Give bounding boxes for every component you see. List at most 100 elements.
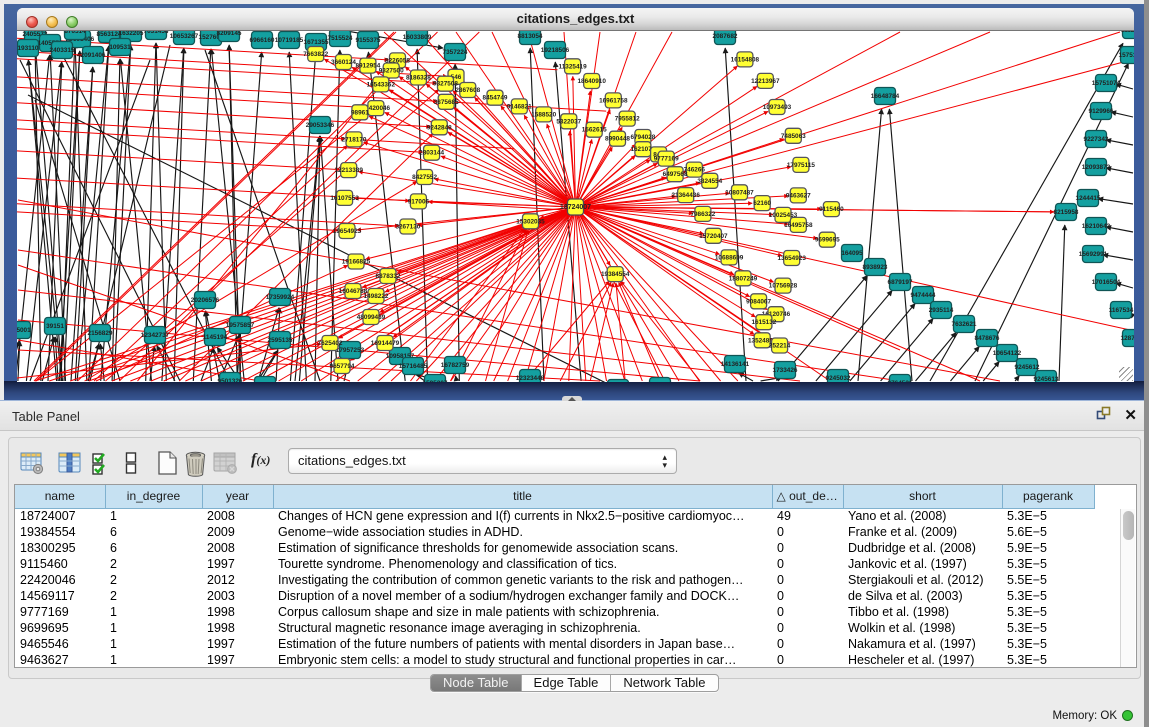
svg-text:1167534: 1167534 <box>1109 307 1134 314</box>
svg-text:16107553: 16107553 <box>330 195 359 202</box>
svg-text:876514: 876514 <box>64 31 86 35</box>
svg-text:9777169: 9777169 <box>654 156 679 163</box>
svg-text:9227342: 9227342 <box>1084 136 1109 143</box>
svg-text:12213967: 12213967 <box>751 78 780 85</box>
svg-text:9084067: 9084067 <box>746 298 771 305</box>
svg-text:10807487: 10807487 <box>725 189 754 196</box>
svg-text:10973493: 10973493 <box>763 104 792 111</box>
svg-text:1615132: 1615132 <box>751 319 776 326</box>
svg-text:16210643: 16210643 <box>1082 223 1111 230</box>
svg-text:16154808: 16154808 <box>731 56 760 63</box>
svg-text:7955812: 7955812 <box>615 116 640 123</box>
svg-text:14136141: 14136141 <box>721 361 750 368</box>
svg-text:12323448: 12323448 <box>516 375 545 382</box>
svg-text:16648784: 16648784 <box>871 93 900 100</box>
svg-text:6794028: 6794028 <box>630 134 655 141</box>
svg-text:15720407: 15720407 <box>699 233 728 240</box>
svg-text:15716485: 15716485 <box>399 363 428 370</box>
svg-text:29053346: 29053346 <box>306 122 335 129</box>
svg-text:13654923: 13654923 <box>777 255 806 262</box>
svg-text:2403315: 2403315 <box>50 47 75 54</box>
svg-text:19575857: 19575857 <box>226 322 255 329</box>
svg-text:19218506: 19218506 <box>541 47 570 54</box>
svg-text:8878332: 8878332 <box>376 273 401 280</box>
svg-text:1671355: 1671355 <box>304 39 329 46</box>
svg-text:7986322: 7986322 <box>690 211 715 218</box>
svg-text:2595135: 2595135 <box>268 337 293 344</box>
svg-text:11325419: 11325419 <box>559 63 588 70</box>
svg-text:9245032: 9245032 <box>826 375 851 382</box>
svg-text:9245613: 9245613 <box>1034 376 1059 382</box>
svg-text:2087682: 2087682 <box>713 33 738 40</box>
svg-text:7031458: 7031458 <box>144 31 169 35</box>
svg-text:16782759: 16782759 <box>441 362 470 369</box>
svg-text:10654122: 10654122 <box>993 350 1022 357</box>
svg-text:7663822: 7663822 <box>303 51 328 58</box>
svg-text:1287533: 1287533 <box>1121 335 1134 342</box>
svg-text:8764521: 8764521 <box>888 380 913 382</box>
svg-text:6966160: 6966160 <box>250 37 275 44</box>
svg-text:3267130: 3267130 <box>395 224 420 231</box>
svg-text:1244415: 1244415 <box>1076 195 1101 202</box>
svg-text:17359924: 17359924 <box>266 294 295 301</box>
svg-text:19166825: 19166825 <box>342 259 371 266</box>
svg-text:8912954: 8912954 <box>355 63 380 70</box>
svg-text:2156829: 2156829 <box>88 330 113 337</box>
svg-text:2091406: 2091406 <box>81 52 106 59</box>
svg-text:21364436: 21364436 <box>671 192 700 199</box>
svg-text:6879197: 6879197 <box>888 279 913 286</box>
svg-text:8427552: 8427552 <box>412 174 437 181</box>
svg-text:1145194: 1145194 <box>203 334 228 341</box>
svg-text:8478676: 8478676 <box>975 335 1000 342</box>
svg-text:7515524: 7515524 <box>328 35 353 42</box>
svg-text:12342737: 12342737 <box>141 332 170 339</box>
svg-text:12213389: 12213389 <box>334 167 363 174</box>
svg-text:2803144: 2803144 <box>419 150 444 157</box>
svg-text:7632621: 7632621 <box>952 321 977 328</box>
svg-text:10756928: 10756928 <box>769 283 798 290</box>
svg-text:9501326: 9501326 <box>218 378 243 382</box>
svg-text:9115460: 9115460 <box>819 206 844 213</box>
svg-text:16033809: 16033809 <box>403 34 432 41</box>
svg-text:8454749: 8454749 <box>483 95 508 102</box>
svg-text:1112843: 1112843 <box>1121 31 1134 34</box>
svg-text:18640910: 18640910 <box>577 78 606 85</box>
svg-text:7357224: 7357224 <box>443 49 468 56</box>
svg-text:3660124: 3660124 <box>331 59 356 66</box>
svg-text:9242848: 9242848 <box>427 124 452 131</box>
svg-text:16961758: 16961758 <box>599 97 628 104</box>
svg-text:3824554: 3824554 <box>697 178 722 185</box>
svg-text:3875685: 3875685 <box>434 99 459 106</box>
svg-text:1632205: 1632205 <box>119 31 144 37</box>
svg-text:9699695: 9699695 <box>815 237 840 244</box>
svg-text:8938923: 8938923 <box>863 264 888 271</box>
svg-text:15302035: 15302035 <box>516 218 545 225</box>
svg-text:7485063: 7485063 <box>781 133 806 140</box>
svg-text:1733426: 1733426 <box>773 367 798 374</box>
svg-text:8990448: 8990448 <box>605 136 630 143</box>
svg-text:2867608: 2867608 <box>455 87 480 94</box>
svg-text:8186328: 8186328 <box>406 75 431 82</box>
svg-text:252214: 252214 <box>769 343 791 350</box>
svg-text:8215958: 8215958 <box>1054 209 1079 216</box>
svg-text:5322037: 5322037 <box>556 118 581 125</box>
svg-text:1595207: 1595207 <box>423 380 448 382</box>
svg-text:10653267: 10653267 <box>170 33 199 40</box>
svg-text:1562615: 1562615 <box>582 127 607 134</box>
svg-text:18807249: 18807249 <box>729 275 758 282</box>
svg-text:9474444: 9474444 <box>911 292 936 299</box>
svg-text:17957253: 17957253 <box>336 347 365 354</box>
svg-text:7625402: 7625402 <box>318 340 343 347</box>
svg-text:1588520: 1588520 <box>531 111 556 118</box>
svg-text:16495758: 16495758 <box>784 222 813 229</box>
svg-text:12093872: 12093872 <box>1082 164 1111 171</box>
svg-text:16543362: 16543362 <box>367 81 396 88</box>
svg-text:485001: 485001 <box>17 327 31 334</box>
svg-text:193110: 193110 <box>18 45 39 52</box>
svg-text:48099489: 48099489 <box>357 314 386 321</box>
svg-text:19384554: 19384554 <box>601 271 630 278</box>
svg-text:8209145: 8209145 <box>217 31 242 37</box>
svg-text:109531: 109531 <box>109 44 131 51</box>
svg-text:9245612: 9245612 <box>1015 364 1040 371</box>
svg-text:2718170: 2718170 <box>342 136 367 143</box>
